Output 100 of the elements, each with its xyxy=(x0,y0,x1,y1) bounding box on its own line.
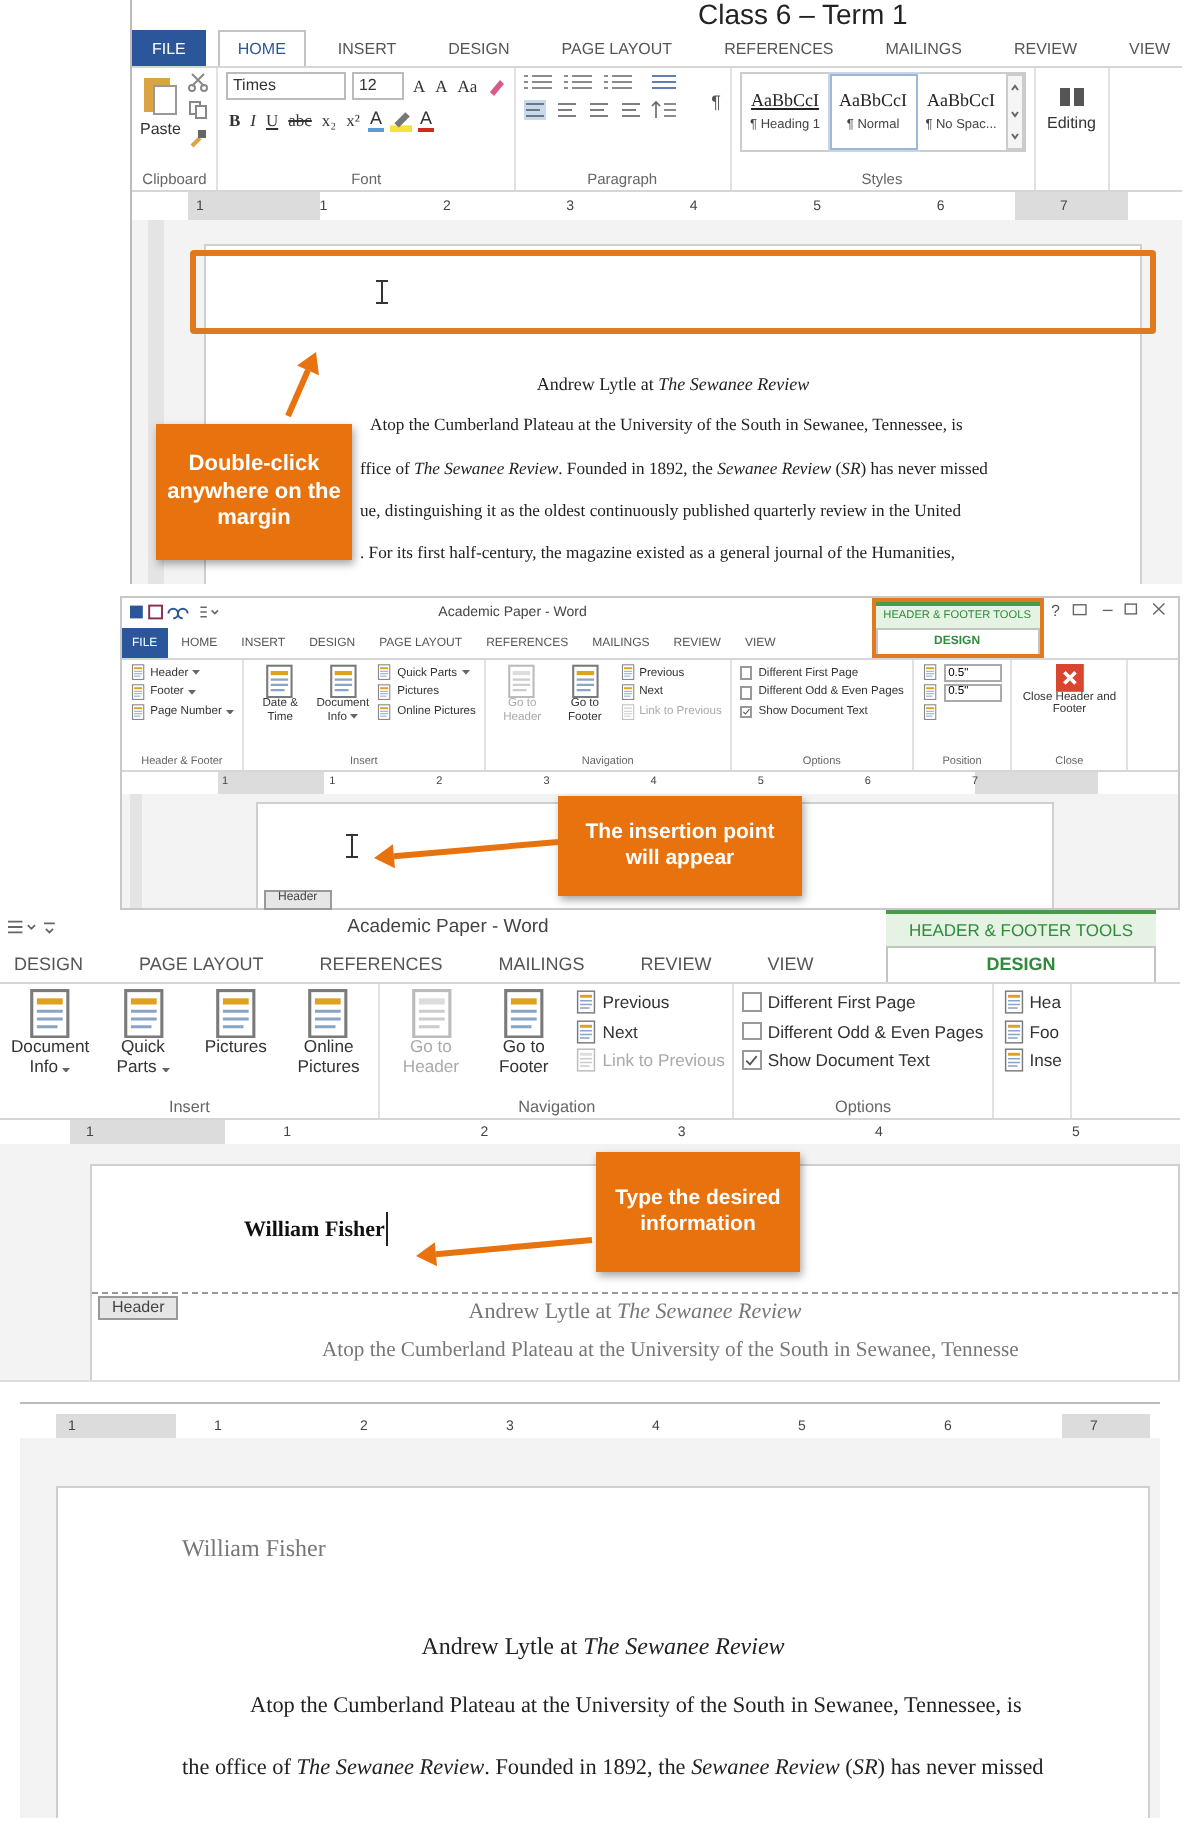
font-color-button[interactable]: A xyxy=(417,109,434,132)
document-icon xyxy=(921,664,939,682)
ribbon-button[interactable]: Hea xyxy=(1001,987,1062,1017)
caret-icon xyxy=(225,710,234,715)
vertical-ruler xyxy=(130,793,142,908)
format-button[interactable]: x₂ xyxy=(319,110,339,131)
text-cursor xyxy=(386,1211,389,1247)
eraser-icon[interactable] xyxy=(485,75,506,96)
ribbon-tab[interactable]: FILE xyxy=(132,29,206,66)
document-icon xyxy=(130,684,147,701)
checkbox[interactable] xyxy=(739,706,753,719)
document-icon xyxy=(574,1048,599,1073)
header-text: William Fisher xyxy=(244,1217,385,1241)
checkbox[interactable] xyxy=(742,992,762,1012)
caret-icon xyxy=(187,690,196,696)
checkbox[interactable] xyxy=(742,1050,762,1070)
document-icon xyxy=(376,684,394,701)
contextual-tab-label: HEADER & FOOTER TOOLS xyxy=(886,910,1156,946)
header-text: William Fisher xyxy=(182,1533,326,1563)
window-title: Academic Paper - Word xyxy=(347,916,549,939)
checkbox[interactable] xyxy=(739,686,753,700)
document-title: Andrew Lytle at The Sewanee Review xyxy=(468,1300,802,1324)
ribbon-button[interactable]: Foo xyxy=(1001,1016,1062,1046)
document-text: ffice of The Sewanee Review. Founded in 1892, the Sewanee Review (SR) has never missed xyxy=(360,457,988,478)
ribbon-button[interactable]: Next xyxy=(574,1016,725,1046)
ribbon-button[interactable]: Online Pictures xyxy=(286,987,371,1079)
help-button[interactable]: ? xyxy=(1051,602,1060,620)
document-icon xyxy=(574,1019,599,1044)
brush-icon[interactable] xyxy=(188,127,209,148)
highlighter-icon[interactable] xyxy=(389,109,412,132)
document-icon xyxy=(619,684,636,701)
text-cursor-icon xyxy=(346,833,358,858)
ribbon-button[interactable]: Pictures xyxy=(193,987,278,1059)
document-icon xyxy=(574,989,599,1014)
document-title: Andrew Lytle at The Sewanee Review xyxy=(536,374,810,395)
document-icon xyxy=(504,663,540,698)
copy-icon[interactable] xyxy=(188,99,209,120)
group-label: Navigation xyxy=(516,1098,598,1119)
document-icon xyxy=(921,704,939,721)
document-icon xyxy=(1001,989,1026,1014)
format-button[interactable]: I xyxy=(248,110,258,131)
ribbon-button[interactable]: Inse xyxy=(1001,1045,1062,1076)
caret-icon xyxy=(161,1067,170,1073)
text-effects-button[interactable]: A xyxy=(367,109,384,132)
document-text: ue, distinguishing it as the oldest continuously published quarterly review in the United xyxy=(360,499,961,521)
format-button[interactable]: U xyxy=(263,110,281,131)
gallery-scroll-icon[interactable] xyxy=(1005,73,1024,150)
font-name-field[interactable]: Times xyxy=(226,71,347,100)
document-text: . For its first half-century, the magazine existed as a general journal of the Humanities, xyxy=(360,542,955,563)
callout: Type the desired information xyxy=(596,1152,800,1272)
ribbon-button[interactable]: Go to Footer xyxy=(481,987,566,1079)
ribbon-button[interactable]: Document Info xyxy=(8,987,93,1079)
header-tag: Header xyxy=(98,1296,179,1320)
cut-icon[interactable] xyxy=(188,71,209,92)
page-heading: Class 6 – Term 1 xyxy=(698,0,908,30)
editing-button[interactable]: Editing xyxy=(1043,71,1100,140)
checkbox-label: Show Document Text xyxy=(767,1050,930,1071)
document-icon xyxy=(376,704,394,721)
document-icon xyxy=(1001,1019,1026,1044)
document-icon xyxy=(567,663,603,698)
document-icon xyxy=(130,704,147,721)
caret-icon xyxy=(350,714,359,720)
show-marks-button[interactable]: ¶ xyxy=(711,91,722,112)
document-text: Atop the Cumberland Plateau at the University of the South in Sewanee, Tennesse xyxy=(322,1340,1019,1366)
document-icon xyxy=(619,704,636,721)
document-icon xyxy=(921,684,939,701)
document-icon xyxy=(325,663,361,698)
checkbox[interactable] xyxy=(739,666,753,680)
font-size-field[interactable]: 12 xyxy=(352,71,405,100)
checkbox[interactable] xyxy=(742,1021,762,1041)
callout: The insertion point will appear xyxy=(558,795,802,896)
checkbox-label: Different Odd & Even Pages xyxy=(767,1021,984,1042)
paste-button[interactable]: Paste xyxy=(140,71,181,138)
document-title: Andrew Lytle at The Sewanee Review xyxy=(421,1632,785,1662)
window-controls[interactable] xyxy=(1072,602,1170,616)
document-icon xyxy=(376,664,394,682)
ribbon-tab[interactable]: DESIGN xyxy=(886,945,1156,982)
document-text: Atop the Cumberland Plateau at the University of the South in Sewanee, Tennessee, is xyxy=(250,1694,1022,1721)
document-text: Atop the Cumberland Plateau at the University of the South in Sewanee, Tennessee, is xyxy=(370,414,963,436)
document-icon xyxy=(262,663,298,698)
group-label: Options xyxy=(833,1098,894,1119)
group-label: Insert xyxy=(166,1098,212,1119)
document-icon xyxy=(1001,1048,1026,1073)
ribbon-button[interactable]: Previous xyxy=(574,987,725,1017)
font-size-button[interactable]: A xyxy=(410,75,428,96)
format-button[interactable]: B xyxy=(226,110,243,131)
callout-arrow xyxy=(288,352,319,417)
ribbon-tab[interactable]: HOME xyxy=(217,29,306,66)
close-icon xyxy=(1055,663,1084,692)
document-text: the office of The Sewanee Review. Founded in 1892, the Sewanee Review (SR) has never missed xyxy=(182,1756,1044,1784)
change-case-button[interactable]: Aa xyxy=(455,75,480,96)
ribbon-button[interactable]: Quick Parts xyxy=(100,987,186,1079)
callout: Double-click anywhere on the margin xyxy=(156,424,352,561)
text-cursor-icon xyxy=(376,280,388,305)
caret-icon xyxy=(62,1067,71,1073)
font-size-button[interactable]: A xyxy=(433,75,450,96)
format-button[interactable]: abc xyxy=(286,110,314,131)
checkbox-label: Different First Page xyxy=(767,991,916,1012)
format-button[interactable]: x² xyxy=(344,110,362,131)
document-icon xyxy=(619,664,636,682)
